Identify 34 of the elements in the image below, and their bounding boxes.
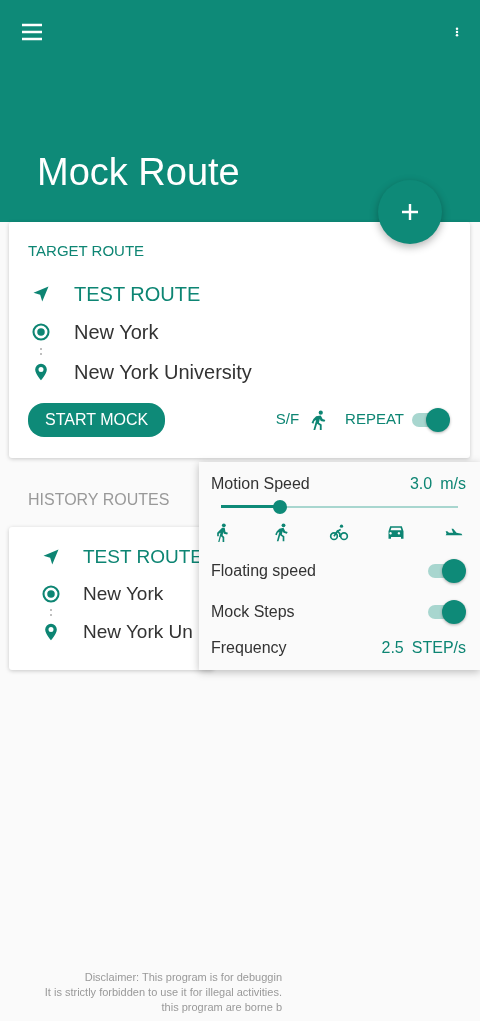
disclaimer-text: It is strictly forbidden to use it for illegal activities. xyxy=(43,985,282,1000)
speed-value: 3.0 xyxy=(409,475,433,492)
bicycle-icon[interactable] xyxy=(328,522,349,542)
repeat-label: REPEAT xyxy=(345,409,404,430)
end-location: New York University xyxy=(74,359,252,385)
disclaimer-text: Disclaimer: This program is for debuggin xyxy=(83,970,282,985)
frequency-label: Frequency xyxy=(211,638,287,658)
app-title: Mock Route xyxy=(37,150,241,195)
option-label: Mock Steps xyxy=(211,601,295,622)
end-location: New York Un xyxy=(83,620,193,644)
dotted-connector xyxy=(49,608,53,618)
repeat-switch[interactable] xyxy=(412,407,450,432)
start-location: New York xyxy=(74,319,159,345)
start-location: New York xyxy=(83,581,164,606)
dotted-connector xyxy=(39,346,43,357)
route-name: TEST ROUTE xyxy=(74,281,201,307)
start-point-icon xyxy=(31,321,51,342)
slider-thumb[interactable] xyxy=(273,500,288,514)
toggle-switch[interactable] xyxy=(428,599,466,624)
disclaimer-text: this program are borne b xyxy=(160,1000,282,1015)
speed-slider[interactable] xyxy=(221,500,458,514)
speed-label: Motion Speed xyxy=(211,474,310,494)
start-mock-button[interactable]: START MOCK xyxy=(28,402,166,437)
frequency-unit: STEP/s xyxy=(411,639,466,656)
mode-label: S/F xyxy=(275,409,300,430)
toggle-switch[interactable] xyxy=(428,558,466,583)
plus-icon xyxy=(400,202,420,222)
start-point-icon xyxy=(41,583,61,604)
frequency-value: 2.5 xyxy=(381,639,404,656)
route-name: TEST ROUTE xyxy=(83,545,203,569)
section-heading: TARGET ROUTE xyxy=(28,241,146,261)
speed-unit: m/s xyxy=(440,475,466,492)
option-label: Floating speed xyxy=(211,560,316,581)
section-heading: HISTORY ROUTES xyxy=(28,490,170,510)
